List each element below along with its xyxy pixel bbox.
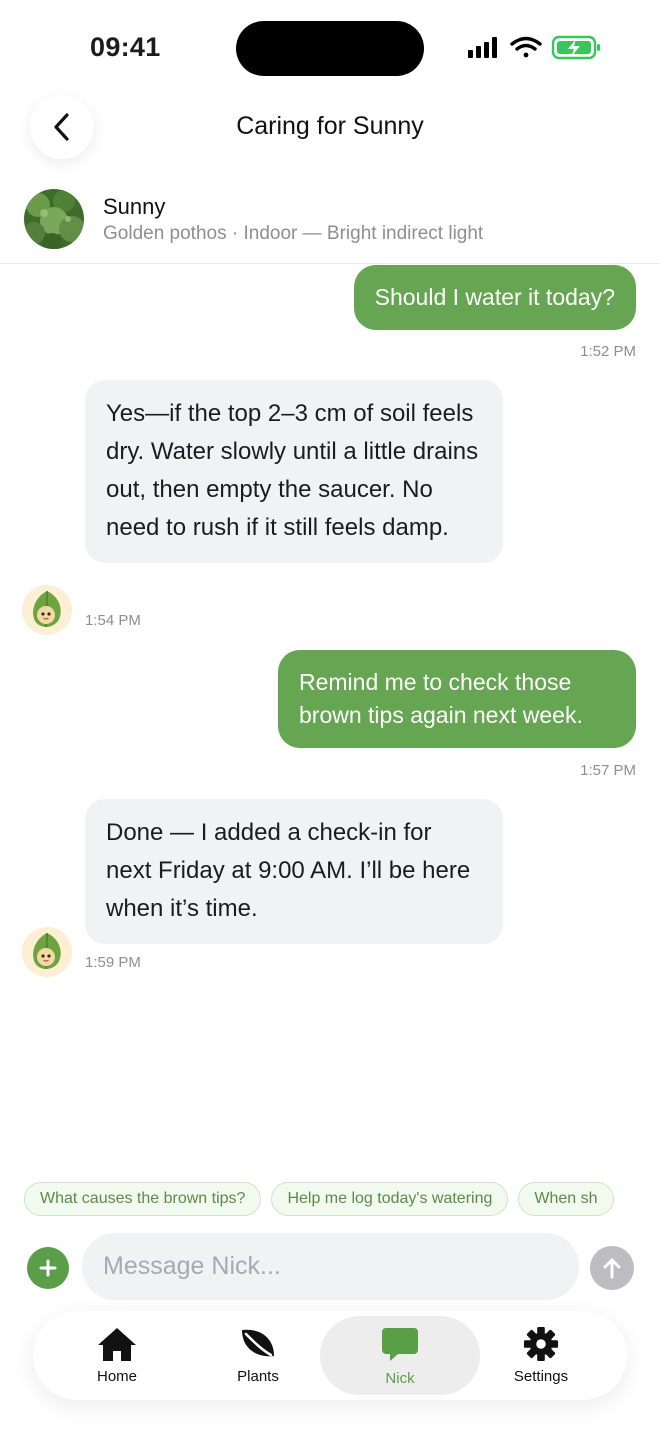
cellular-signal-icon: [468, 37, 497, 58]
tab-plants[interactable]: Plants: [218, 1311, 298, 1400]
dynamic-island: [236, 21, 424, 76]
plant-avatar: [24, 189, 84, 249]
suggestion-chip[interactable]: What causes the brown tips?: [24, 1182, 262, 1216]
chat-bubble-icon: [382, 1328, 418, 1361]
assistant-message: Yes—if the top 2–3 cm of soil feels dry.…: [85, 380, 503, 563]
suggestion-chips: What causes the brown tips? Help me log t…: [24, 1182, 660, 1216]
user-message: Should I water it today?: [353, 265, 636, 330]
assistant-avatar: [22, 585, 72, 635]
suggestion-chip[interactable]: When sh: [518, 1182, 614, 1216]
house-icon: [98, 1328, 136, 1361]
message-timestamp: 1:59 PM: [85, 954, 141, 971]
gear-icon: [523, 1326, 559, 1362]
status-icons: [466, 34, 606, 62]
tab-settings[interactable]: Settings: [501, 1311, 581, 1400]
assistant-message: Done — I added a check-in for next Frida…: [85, 799, 503, 944]
tab-label: Settings: [513, 1368, 569, 1385]
tab-nick[interactable]: Nick: [320, 1316, 480, 1395]
message-composer: [0, 1233, 660, 1301]
plus-icon: [39, 1259, 57, 1277]
message-timestamp: 1:52 PM: [580, 343, 636, 360]
leaf-icon: [242, 1329, 274, 1357]
tab-label: Home: [96, 1368, 137, 1385]
send-button[interactable]: [590, 1246, 634, 1290]
battery-charging-icon: [551, 35, 600, 60]
tab-label: Plants: [237, 1368, 279, 1385]
add-attachment-button[interactable]: [27, 1247, 69, 1289]
arrow-up-icon: [603, 1258, 621, 1279]
tab-home[interactable]: Home: [77, 1311, 157, 1400]
assistant-avatar: [22, 927, 72, 977]
plant-details: Golden pothos · Indoor — Bright indirect…: [103, 223, 484, 244]
user-message: Remind me to check those brown tips agai…: [278, 650, 636, 748]
plant-name: Sunny: [103, 194, 166, 219]
chat-header: Caring for Sunny: [0, 92, 660, 164]
bottom-tab-bar: Home Plants Nick Settings: [33, 1311, 627, 1400]
status-bar: 09:41: [0, 0, 660, 92]
message-timestamp: 1:57 PM: [580, 762, 636, 779]
tab-label: Nick: [385, 1370, 415, 1387]
plant-summary[interactable]: Sunny Golden pothos · Indoor — Bright in…: [0, 178, 660, 264]
suggestion-chip[interactable]: Help me log today's watering: [271, 1182, 509, 1216]
wifi-icon: [510, 36, 542, 58]
page-title: Caring for Sunny: [236, 112, 424, 140]
status-time: 09:41: [90, 32, 161, 62]
message-timestamp: 1:54 PM: [85, 612, 141, 629]
message-input[interactable]: [82, 1233, 579, 1300]
